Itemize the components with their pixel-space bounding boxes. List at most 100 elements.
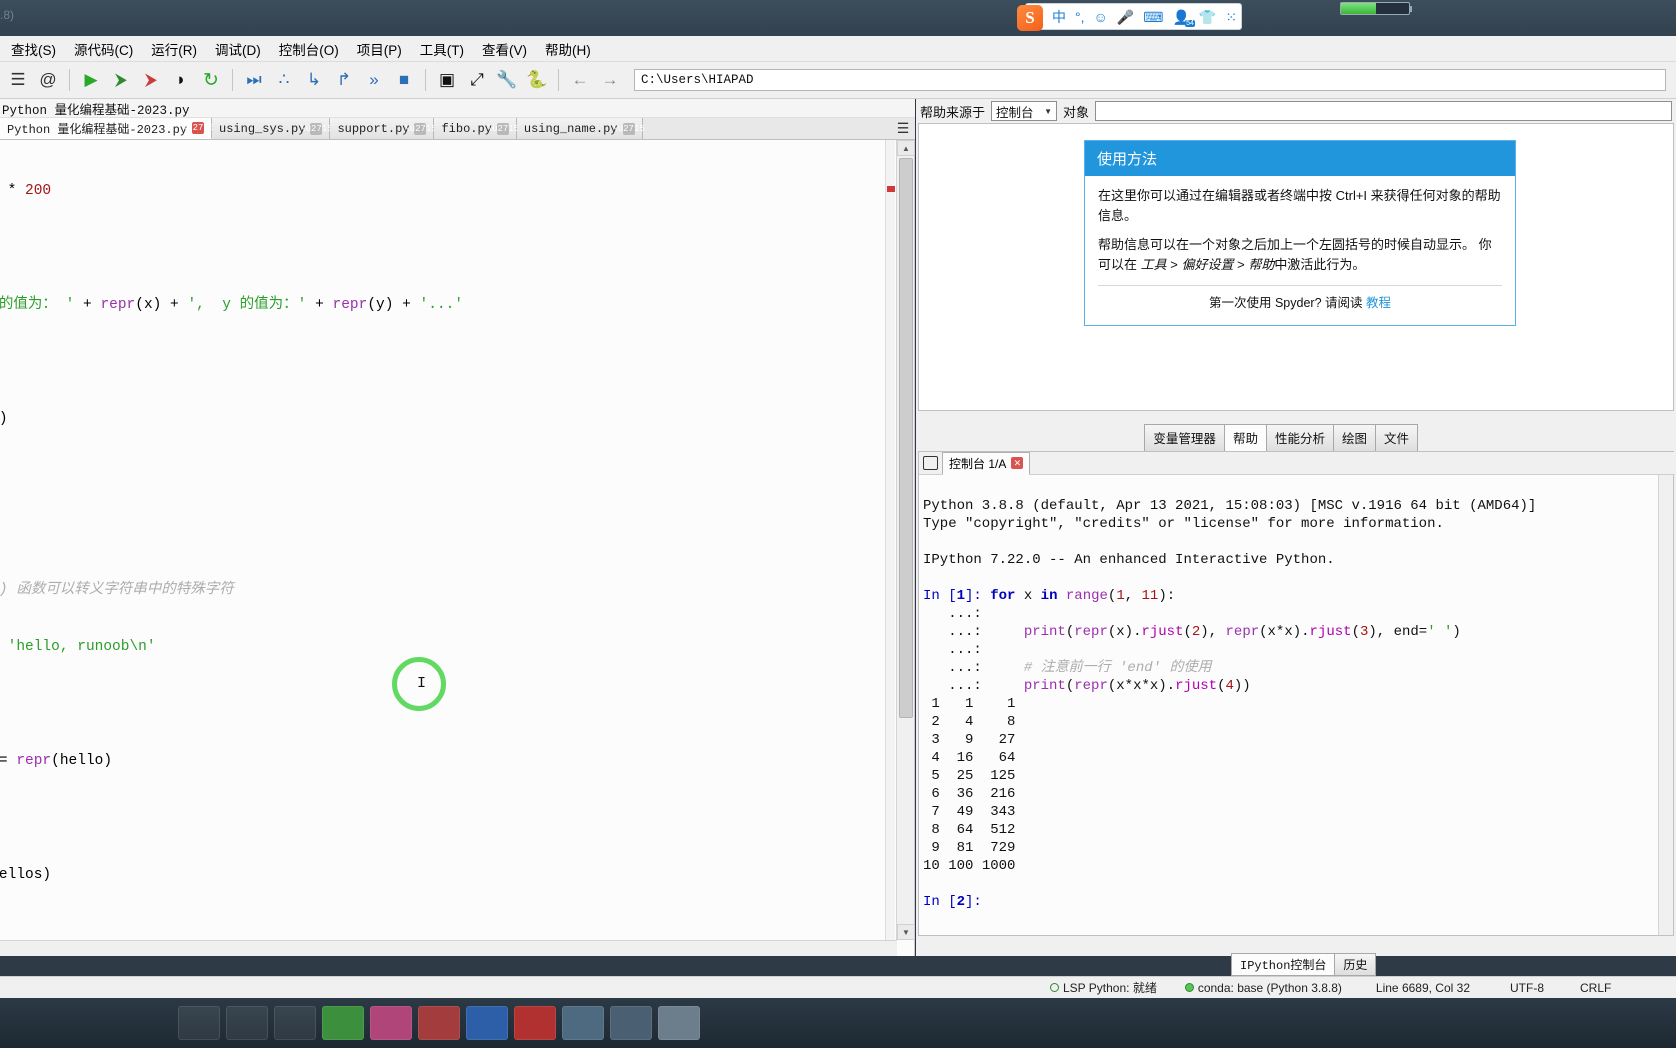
menu-console[interactable]: 控制台(O) [270,36,348,62]
at-icon[interactable]: @ [34,66,62,95]
close-icon[interactable]: ✕ [1011,457,1024,469]
maximize-pane-icon[interactable]: ▣ [433,66,461,95]
console-tab[interactable]: 控制台 1/A ✕ [942,451,1031,475]
taskbar-item[interactable] [274,1006,316,1040]
console-scrollbar[interactable] [1658,475,1673,935]
run-selection-icon[interactable]: ◗ [167,66,195,95]
run-cell-advance-icon[interactable]: ⮞ [137,66,165,95]
ime-toolbox-icon[interactable]: ⁙ [1225,10,1237,24]
menubar: 查找(S) 源代码(C) 运行(R) 调试(D) 控制台(O) 项目(P) 工具… [0,36,1676,62]
editor-tab-support[interactable]: support.py \u2715 [330,118,437,139]
editor-options-icon[interactable]: ☰ [891,118,915,139]
ime-punctuation-icon[interactable]: °, [1075,10,1085,24]
close-icon[interactable]: \u2715 [487,122,519,135]
sogou-logo-icon[interactable]: S [1017,5,1043,31]
taskbar-item[interactable] [178,1006,220,1040]
menu-search[interactable]: 查找(S) [2,36,65,62]
debug-file-icon[interactable]: ⏭ [240,66,268,95]
rerun-icon[interactable]: ↻ [197,66,225,95]
new-file-icon[interactable]: ☰ [4,66,32,95]
editor-horizontal-scrollbar[interactable] [0,940,897,956]
code-line: s = 'x 的值为： ' + repr(x) + ', y 的值为：' + r… [0,297,464,313]
editor-tab-using-name[interactable]: using_name.py \u2715 [516,118,645,139]
status-encoding: UTF-8 [1510,980,1544,995]
help-object-input[interactable] [1095,101,1672,121]
preferences-icon[interactable]: 🔧 [493,66,521,95]
menu-run[interactable]: 运行(R) [142,36,206,62]
output-row: 7 49 343 [923,804,1016,820]
editor-vertical-scrollbar[interactable]: ▲ ▼ [896,140,915,940]
tab-plots[interactable]: 绘图 [1332,424,1376,451]
help-p2-tools: 工具 [1140,257,1167,273]
help-p2-sep1: > [1166,257,1182,273]
tab-help[interactable]: 帮助 [1223,424,1267,451]
scroll-down-icon[interactable]: ▼ [897,924,915,940]
menu-projects[interactable]: 项目(P) [348,36,411,62]
window-title: .8) [0,8,15,22]
code-editor[interactable]: y = 200 * 200 s = 'x 的值为： ' + repr(x) + … [0,140,897,940]
debug-continue-icon[interactable]: » [360,66,388,95]
taskbar-item[interactable] [658,1006,700,1040]
ime-emoji-icon[interactable]: ☺ [1094,10,1108,24]
run-file-icon[interactable]: ▶ [77,66,105,95]
taskbar-item[interactable] [322,1006,364,1040]
help-p2-prefs: 偏好设置 [1181,257,1234,273]
ime-voice-icon[interactable]: 🎤 [1117,10,1134,24]
debug-step-icon[interactable]: ∴ [270,66,298,95]
tab-history[interactable]: 历史 [1334,953,1377,976]
menu-help[interactable]: 帮助(H) [536,36,600,62]
editor-pane: Python 量化编程基础-2023.py Python 量化编程基础-2023… [0,99,915,956]
taskbar-item[interactable] [610,1006,652,1040]
tutorial-link[interactable]: 教程 [1366,296,1391,310]
debug-step-return-icon[interactable]: ↱ [330,66,358,95]
close-icon[interactable]: \u2715 [404,122,437,135]
editor-outline-markers [885,140,895,940]
ime-chinese-mode-icon[interactable]: 中 [1052,10,1066,24]
editor-tab-fibo[interactable]: fibo.py \u2715 [434,118,519,139]
ime-account-icon[interactable]: 👤 54 [1172,10,1195,27]
help-toolbar: 帮助来源于 控制台 ▼ 对象 [916,99,1676,123]
python-path-icon[interactable]: 🐍 [523,66,551,95]
ime-skin-icon[interactable]: 👕 [1199,10,1216,24]
editor-scroll-thumb[interactable] [899,158,913,718]
tab-variable-explorer[interactable]: 变量管理器 [1144,424,1225,451]
close-icon[interactable]: \u2715 [612,122,645,135]
console-output[interactable]: Python 3.8.8 (default, Apr 13 2021, 15:0… [919,475,1659,935]
menu-source[interactable]: 源代码(C) [65,36,142,62]
taskbar-item[interactable] [418,1006,460,1040]
taskbar-item[interactable] [370,1006,412,1040]
close-icon[interactable]: \u2715 [182,122,214,134]
help-divider [1098,284,1502,286]
back-icon[interactable]: ← [566,66,594,95]
taskbar-item[interactable] [226,1006,268,1040]
run-cell-icon[interactable]: ⮞ [107,66,135,95]
editor-tab-using-sys[interactable]: using_sys.py \u2715 [212,118,333,139]
taskbar-item[interactable] [562,1006,604,1040]
code-line: # repr() 函数可以转义字符串中的特殊字符 [0,582,234,598]
debug-stop-icon[interactable]: ■ [390,66,418,95]
debug-step-into-icon[interactable]: ↳ [300,66,328,95]
ime-keyboard-icon[interactable]: ⌨ [1143,10,1163,24]
tab-ipython-console[interactable]: IPython控制台 [1231,953,1336,976]
menu-tools[interactable]: 工具(T) [411,36,473,62]
code-content: y = 200 * 200 s = 'x 的值为： ' + repr(x) + … [0,144,527,940]
help-source-select[interactable]: 控制台 ▼ [991,101,1058,121]
taskbar-item[interactable] [466,1006,508,1040]
taskbar-item[interactable] [514,1006,556,1040]
working-directory-input[interactable]: C:\Users\HIAPAD [634,69,1666,91]
text-cursor-icon: I [417,675,426,693]
output-row: 4 16 64 [923,750,1016,766]
tab-profiler[interactable]: 性能分析 [1265,424,1334,451]
ime-toolbar[interactable]: S 中 °, ☺ 🎤 ⌨ 👤 54 👕 ⁙ [1017,3,1243,31]
editor-tab-active[interactable]: Python 量化编程基础-2023.py \u2715 [0,118,214,139]
menu-debug[interactable]: 调试(D) [206,36,270,62]
help-paragraph-2: 帮助信息可以在一个对象之后加上一个左圆括号的时候自动显示。 你可以在 工具 > … [1098,235,1502,275]
menu-view[interactable]: 查看(V) [473,36,536,62]
close-icon[interactable]: \u2715 [300,122,333,135]
new-console-icon[interactable] [923,456,938,470]
scroll-up-icon[interactable]: ▲ [897,140,915,156]
tab-files[interactable]: 文件 [1374,424,1418,451]
forward-icon[interactable]: → [596,66,624,95]
fullscreen-icon[interactable]: ⤢ [463,66,491,95]
